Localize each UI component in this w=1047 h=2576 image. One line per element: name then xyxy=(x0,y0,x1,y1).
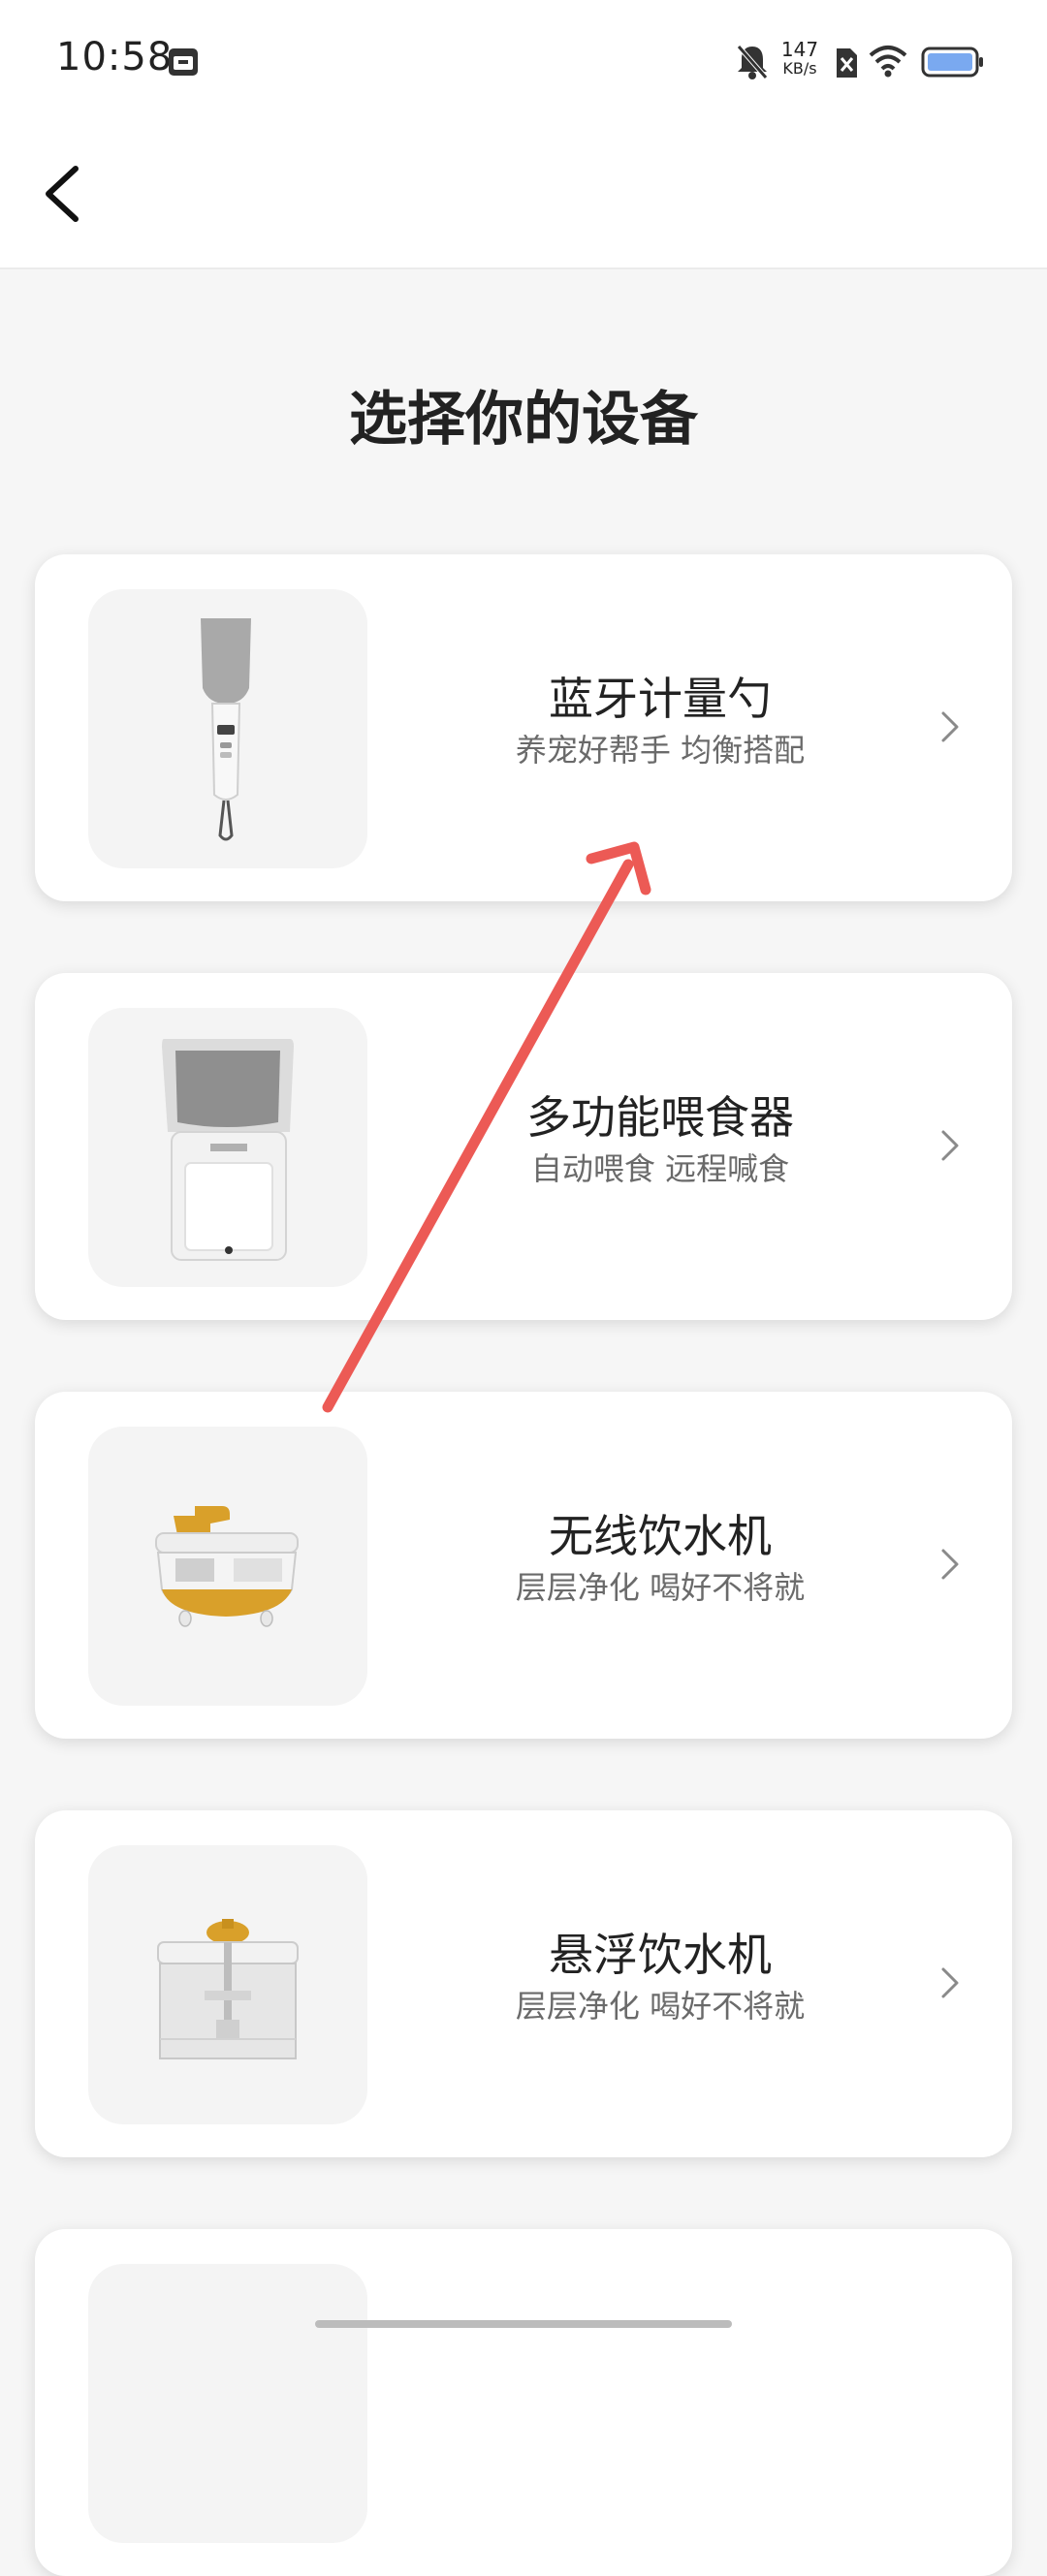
device-desc: 养宠好帮手 均衡搭配 xyxy=(515,732,806,769)
network-speed-unit: KB/s xyxy=(782,59,817,78)
device-desc: 层层净化 喝好不将就 xyxy=(515,1988,806,2025)
back-button[interactable] xyxy=(35,153,93,231)
device-text: 蓝牙计量勺 养宠好帮手 均衡搭配 xyxy=(442,671,878,771)
wireless-fountain-image xyxy=(88,1427,367,1706)
mute-bell-icon xyxy=(735,43,770,85)
device-card-feeder[interactable]: 多功能喂食器 自动喂食 远程喊食 xyxy=(35,973,1012,1320)
device-text: 多功能喂食器 自动喂食 远程喊食 xyxy=(442,1089,878,1190)
battery-icon xyxy=(921,47,985,81)
home-indicator[interactable] xyxy=(315,2320,732,2328)
chevron-right-icon xyxy=(941,711,959,742)
floating-fountain-image xyxy=(88,1845,367,2124)
sim-disabled-icon xyxy=(834,47,859,83)
chevron-left-icon xyxy=(46,166,79,222)
device-card-measuring-spoon[interactable]: 蓝牙计量勺 养宠好帮手 均衡搭配 xyxy=(35,554,1012,901)
device-name: 蓝牙计量勺 xyxy=(549,673,772,725)
network-speed-value: 147 xyxy=(780,38,819,61)
status-time: 10:58 xyxy=(56,35,174,79)
device-card-wireless-fountain[interactable]: 无线饮水机 层层净化 喝好不将就 xyxy=(35,1392,1012,1739)
page-title: 选择你的设备 xyxy=(349,386,698,454)
status-bar: 10:58 147 KB/s xyxy=(0,0,1047,124)
device-text: 无线饮水机 层层净化 喝好不将就 xyxy=(442,1508,878,1609)
chevron-right-icon xyxy=(941,1549,959,1580)
app-bar xyxy=(0,124,1047,269)
calendar-app-icon xyxy=(167,45,200,81)
device-name: 多功能喂食器 xyxy=(526,1091,794,1144)
chevron-right-icon xyxy=(941,1130,959,1161)
device-text: 悬浮饮水机 层层净化 喝好不将就 xyxy=(442,1927,878,2027)
device-card-floating-fountain[interactable]: 悬浮饮水机 层层净化 喝好不将就 xyxy=(35,1810,1012,2157)
network-speed: 147 KB/s xyxy=(777,39,822,78)
chevron-right-icon xyxy=(941,1967,959,1998)
measuring-spoon-image xyxy=(88,589,367,868)
device-card-partial[interactable] xyxy=(35,2229,1012,2576)
device-name: 无线饮水机 xyxy=(549,1510,772,1562)
feeder-image xyxy=(88,1008,367,1287)
device-image xyxy=(88,2264,367,2543)
device-desc: 层层净化 喝好不将就 xyxy=(515,1569,806,1606)
device-name: 悬浮饮水机 xyxy=(549,1929,772,1981)
wifi-icon xyxy=(869,45,907,81)
device-desc: 自动喂食 远程喊食 xyxy=(530,1150,790,1187)
